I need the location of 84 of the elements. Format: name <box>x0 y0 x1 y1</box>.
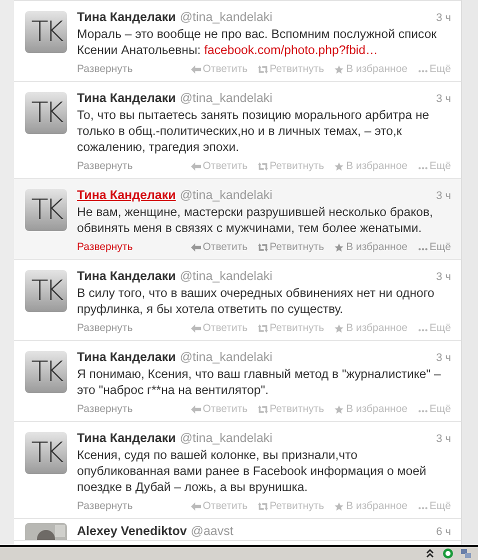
retweet-icon <box>258 324 268 332</box>
retweet-icon <box>258 162 268 170</box>
retweet-button[interactable]: Ретвитнуть <box>258 158 324 174</box>
retweet-button[interactable]: Ретвитнуть <box>258 61 324 77</box>
avatar-logo[interactable]: TK <box>25 11 67 53</box>
favorite-button[interactable]: В избранное <box>334 61 408 77</box>
more-button[interactable]: Ещё <box>418 239 451 255</box>
retweet-icon <box>258 64 268 74</box>
reply-button[interactable]: Ответить <box>190 320 248 336</box>
reply-icon <box>190 64 201 74</box>
expand-link[interactable]: Развернуть <box>77 61 133 77</box>
avatar-logo[interactable]: TK <box>25 432 67 474</box>
favorite-button[interactable]: В избранное <box>334 158 408 174</box>
tweet-time[interactable]: 3 ч <box>436 350 451 366</box>
user-name[interactable]: Тина Канделаки <box>77 9 176 25</box>
reply-button[interactable]: Ответить <box>190 239 248 255</box>
expand-link[interactable]: Развернуть <box>77 158 133 174</box>
user-handle: @tina_kandelaki <box>180 90 272 106</box>
avatar-logo[interactable]: TK <box>25 92 67 134</box>
favorite-button[interactable]: В избранное <box>334 498 408 514</box>
tweet-time[interactable]: 3 ч <box>436 91 451 107</box>
user-name[interactable]: Тина Канделаки <box>77 187 176 203</box>
more-button[interactable]: Ещё <box>418 498 451 514</box>
expand-link[interactable]: Развернуть <box>77 401 133 417</box>
user-name[interactable]: Alexey Venediktov <box>77 523 187 539</box>
reply-icon <box>190 324 201 332</box>
avatar-logo[interactable]: TK <box>25 189 67 231</box>
tweet-time[interactable]: 3 ч <box>436 269 451 285</box>
reply-button[interactable]: Ответить <box>190 498 248 514</box>
user-name[interactable]: Тина Канделаки <box>77 349 176 365</box>
user-name[interactable]: Тина Канделаки <box>77 268 176 284</box>
tweet-text: В силу того, что в ваших очередных обвинениях нет ни одного пруфлинка, я бы хотела ответить по существу. <box>77 285 436 317</box>
star-icon <box>334 64 344 74</box>
expand-link[interactable]: Развернуть <box>77 239 133 255</box>
retweet-button[interactable]: Ретвитнуть <box>258 239 324 255</box>
user-handle: @tina_kandelaki <box>180 349 272 365</box>
retweet-icon <box>258 242 268 252</box>
retweet-icon <box>258 404 268 414</box>
tweet-text: Не вам, женщине, мастерски разрушившей несколько браков, обвинять меня в связях с мужчинами, тем более женатыми. <box>77 204 434 236</box>
retweet-icon <box>258 502 268 510</box>
reply-icon <box>190 404 201 414</box>
reply-button[interactable]: Ответить <box>190 401 248 417</box>
reply-icon <box>190 162 201 170</box>
expand-link[interactable]: Развернуть <box>77 320 133 336</box>
reply-icon <box>190 502 201 510</box>
tweet-time[interactable]: 3 ч <box>436 10 451 26</box>
user-name[interactable]: Тина Канделаки <box>77 430 176 446</box>
more-button[interactable]: Ещё <box>418 320 451 336</box>
tweet-time[interactable]: 6 ч <box>436 524 451 540</box>
star-icon <box>334 162 344 170</box>
user-handle: @aavst <box>190 523 234 539</box>
star-icon <box>334 502 344 510</box>
expand-link[interactable]: Развернуть <box>77 498 133 514</box>
avatar-logo[interactable]: TK <box>25 270 67 312</box>
user-handle: @tina_kandelaki <box>180 9 272 25</box>
user-handle: @tina_kandelaki <box>180 268 272 284</box>
more-button[interactable]: Ещё <box>418 401 451 417</box>
tweet-text: Я понимаю, Ксения, что ваш главный метод в "журналистике" – это "наброс г**на на вентилятор". <box>77 366 442 398</box>
reply-icon <box>190 242 201 252</box>
retweet-button[interactable]: Ретвитнуть <box>258 320 324 336</box>
reply-button[interactable]: Ответить <box>190 158 248 174</box>
chevron-icon[interactable] <box>424 548 436 559</box>
user-handle: @tina_kandelaki <box>180 430 272 446</box>
star-icon <box>334 404 344 414</box>
more-button[interactable]: Ещё <box>418 61 451 77</box>
star-icon <box>334 242 344 252</box>
favorite-button[interactable]: В избранное <box>334 320 408 336</box>
favorite-button[interactable]: В избранное <box>334 401 408 417</box>
retweet-button[interactable]: Ретвитнуть <box>258 401 324 417</box>
favorite-button[interactable]: В избранное <box>334 239 408 255</box>
avatar-logo[interactable]: TK <box>25 351 67 393</box>
tweet-time[interactable]: 3 ч <box>436 431 451 447</box>
retweet-button[interactable]: Ретвитнуть <box>258 498 324 514</box>
user-handle: @tina_kandelaki <box>180 187 272 203</box>
user-name[interactable]: Тина Канделаки <box>77 90 176 106</box>
tweet-text: То, что вы пытаетесь занять позицию морального арбитра не только в общ.-политических,но и в личных темах, – это,к сожалению, трагедия эпохи. <box>77 107 430 155</box>
tweet-text: Ксения, судя по вашей колонке, вы признали,что опубликованная вами ранее в Facebook информация о моей поездке в Дубай – ложь, а вы врунишка. <box>77 447 428 495</box>
tweet-time[interactable]: 3 ч <box>436 188 451 204</box>
reply-button[interactable]: Ответить <box>190 61 248 77</box>
more-button[interactable]: Ещё <box>418 158 451 174</box>
tweet-text: Мораль – это вообще не про вас. Вспомним послужной список Ксении Анатольевны: facebook.com/photo.php?fbid… <box>77 26 438 58</box>
circle-icon[interactable] <box>442 548 454 559</box>
star-icon <box>334 324 344 332</box>
tweet-link[interactable]: facebook.com/photo.php?fbid… <box>204 43 378 57</box>
